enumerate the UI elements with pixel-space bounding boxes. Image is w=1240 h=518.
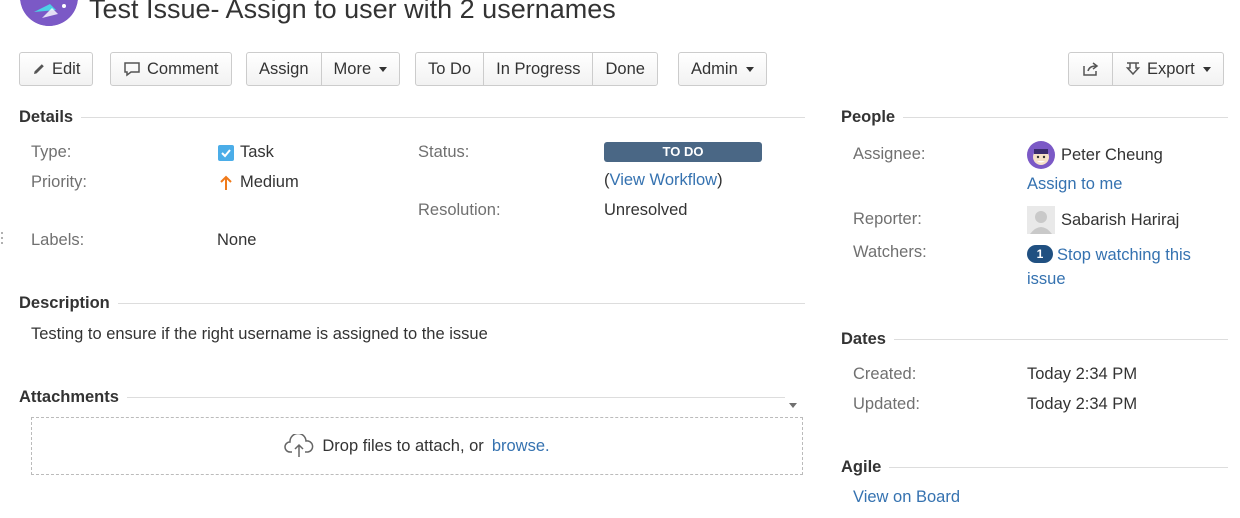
assign-label: Assign	[259, 59, 309, 78]
comment-label: Comment	[147, 59, 219, 78]
done-label: Done	[605, 59, 645, 78]
drop-text: Drop files to attach, or	[322, 436, 484, 455]
agile-heading[interactable]: Agile	[841, 458, 1228, 477]
assignee-value[interactable]: Peter Cheung	[1027, 141, 1163, 169]
workflow-paren-close: )	[717, 171, 723, 189]
reporter-name: Sabarish Hariraj	[1061, 210, 1180, 229]
updated-value: Today 2:34 PM	[1027, 395, 1138, 413]
dates-title: Dates	[841, 330, 886, 348]
cloud-upload-icon	[284, 434, 314, 457]
dates-heading[interactable]: Dates	[841, 330, 1228, 349]
in-progress-button[interactable]: In Progress	[483, 52, 594, 86]
created-value: Today 2:34 PM	[1027, 365, 1138, 383]
assign-button[interactable]: Assign	[246, 52, 322, 86]
project-avatar[interactable]	[20, 0, 78, 26]
priority-label: Priority:	[31, 173, 87, 191]
attachments-title: Attachments	[19, 388, 119, 406]
done-button[interactable]: Done	[592, 52, 658, 86]
edit-group: Edit	[19, 52, 94, 86]
chevron-down-icon	[745, 66, 754, 72]
share-export-group: Export	[1068, 52, 1224, 86]
speech-bubble-icon	[124, 62, 140, 77]
resolution-value: Unresolved	[604, 201, 688, 219]
assignee-name: Peter Cheung	[1061, 145, 1163, 164]
divider	[126, 397, 785, 398]
updated-label: Updated:	[853, 395, 920, 413]
reporter-value[interactable]: Sabarish Hariraj	[1027, 206, 1179, 234]
export-dropdown-button[interactable]: Export	[1112, 52, 1224, 86]
workflow-group: To Do In Progress Done	[415, 52, 658, 86]
task-type-icon	[218, 144, 234, 161]
chevron-down-icon	[379, 66, 388, 72]
edit-label: Edit	[52, 59, 81, 78]
rocket-icon	[20, 0, 78, 26]
todo-button[interactable]: To Do	[415, 52, 485, 86]
status-label: Status:	[418, 143, 470, 161]
admin-group: Admin	[678, 52, 767, 86]
assignee-label: Assignee:	[853, 145, 926, 163]
agile-title: Agile	[841, 458, 882, 476]
priority-text: Medium	[240, 173, 299, 191]
type-label: Type:	[31, 143, 72, 161]
admin-dropdown-button[interactable]: Admin	[678, 52, 767, 86]
watchers-value: 1 Stop watching this issue	[1027, 243, 1191, 291]
more-label: More	[333, 59, 372, 78]
stop-watching-link-continued[interactable]: issue	[1027, 270, 1066, 288]
description-heading[interactable]: Description	[19, 294, 805, 313]
admin-label: Admin	[691, 59, 738, 78]
comment-button[interactable]: Comment	[110, 52, 232, 86]
attachment-dropzone[interactable]: Drop files to attach, or browse.	[31, 417, 803, 475]
divider	[903, 117, 1228, 118]
status-badge: TO DO	[604, 142, 762, 162]
description-title: Description	[19, 294, 110, 312]
type-value: Task	[218, 143, 274, 162]
details-title: Details	[19, 108, 74, 126]
view-workflow-link[interactable]: View Workflow	[610, 171, 718, 189]
description-text[interactable]: Testing to ensure if the right username …	[31, 325, 488, 344]
arrow-up-icon	[220, 175, 232, 190]
attachments-heading[interactable]: Attachments	[19, 388, 785, 407]
stop-watching-link[interactable]: Stop watching this	[1057, 246, 1191, 264]
divider	[893, 339, 1228, 340]
in-progress-label: In Progress	[496, 59, 581, 78]
labels-value: None	[217, 231, 257, 249]
attachments-options-button[interactable]	[789, 395, 801, 408]
avatar	[1027, 141, 1055, 169]
priority-value: Medium	[219, 173, 299, 192]
export-label: Export	[1147, 59, 1195, 78]
assign-more-group: Assign More	[246, 52, 401, 86]
comment-group: Comment	[110, 52, 232, 86]
browse-link[interactable]: browse.	[492, 437, 550, 456]
divider	[889, 467, 1228, 468]
created-label: Created:	[853, 365, 917, 383]
pencil-icon	[34, 64, 44, 74]
issue-title: Test Issue- Assign to user with 2 userna…	[89, 0, 616, 24]
download-icon	[1125, 62, 1141, 76]
details-heading[interactable]: Details	[19, 108, 805, 127]
share-icon	[1082, 62, 1098, 76]
chevron-down-icon	[1202, 66, 1211, 72]
people-heading[interactable]: People	[841, 108, 1228, 127]
type-text: Task	[240, 143, 274, 161]
assign-to-me-link[interactable]: Assign to me	[1027, 175, 1122, 194]
more-dropdown-button[interactable]: More	[320, 52, 401, 86]
chevron-down-icon	[789, 403, 797, 408]
view-on-board-link[interactable]: View on Board	[853, 488, 960, 507]
divider	[81, 117, 805, 118]
resolution-label: Resolution:	[418, 201, 501, 219]
grip-icon	[1, 232, 3, 244]
labels-label: Labels:	[31, 231, 85, 249]
todo-label: To Do	[428, 59, 472, 78]
avatar	[1027, 206, 1055, 234]
divider	[117, 303, 805, 304]
people-title: People	[841, 108, 896, 126]
reporter-label: Reporter:	[853, 210, 922, 228]
share-button[interactable]	[1068, 52, 1113, 86]
drag-handle[interactable]	[0, 230, 4, 246]
view-workflow: (View Workflow)	[604, 171, 723, 190]
watchers-label: Watchers:	[853, 243, 927, 261]
edit-button[interactable]: Edit	[19, 52, 94, 86]
watchers-count-badge[interactable]: 1	[1027, 245, 1053, 263]
